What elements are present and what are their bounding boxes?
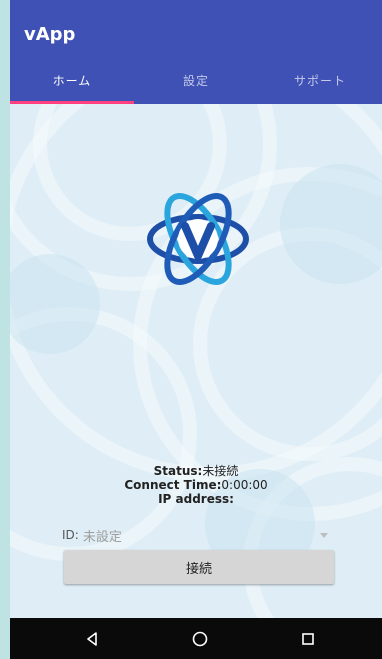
nav-home-button[interactable] bbox=[170, 618, 230, 659]
recent-apps-icon bbox=[302, 632, 314, 645]
back-icon bbox=[87, 631, 97, 646]
system-nav-bar bbox=[10, 618, 382, 659]
ip-address-label: IP address: bbox=[158, 492, 234, 506]
status-label: Status: bbox=[153, 464, 203, 478]
app-bar: vApp bbox=[10, 0, 382, 56]
home-content: Status: 未接続 Connect Time: 0:00:00 IP add… bbox=[10, 104, 382, 618]
app-title: vApp bbox=[24, 24, 76, 45]
status-value: 未接続 bbox=[202, 464, 239, 478]
tab-support[interactable]: サポート bbox=[258, 56, 382, 104]
tab-settings[interactable]: 設定 bbox=[134, 56, 258, 104]
tab-home[interactable]: ホーム bbox=[10, 56, 134, 104]
connection-status-block: Status: 未接続 Connect Time: 0:00:00 IP add… bbox=[10, 464, 382, 506]
id-selected-value: 未設定 bbox=[82, 529, 122, 545]
connect-button[interactable]: 接続 bbox=[64, 550, 334, 584]
ip-address-row: IP address: bbox=[10, 492, 382, 506]
nav-back-button[interactable] bbox=[62, 618, 122, 659]
connect-time-row: Connect Time: 0:00:00 bbox=[10, 478, 382, 492]
dropdown-arrow-icon bbox=[320, 532, 328, 538]
id-dropdown[interactable]: 未設定 bbox=[83, 524, 332, 546]
phone-screen: vApp ホーム 設定 サポート Status: 未接続 Connect Tim… bbox=[10, 0, 382, 659]
connect-time-label: Connect Time: bbox=[124, 478, 222, 492]
nav-recent-apps-button[interactable] bbox=[278, 618, 338, 659]
status-row: Status: 未接続 bbox=[10, 464, 382, 478]
tab-bar: ホーム 設定 サポート bbox=[10, 56, 382, 104]
id-select-row: ID: 未設定 bbox=[62, 524, 332, 546]
connect-time-value: 0:00:00 bbox=[221, 478, 268, 492]
vapp-logo-icon bbox=[147, 193, 249, 285]
home-icon bbox=[192, 631, 208, 646]
id-label: ID: bbox=[62, 528, 79, 542]
